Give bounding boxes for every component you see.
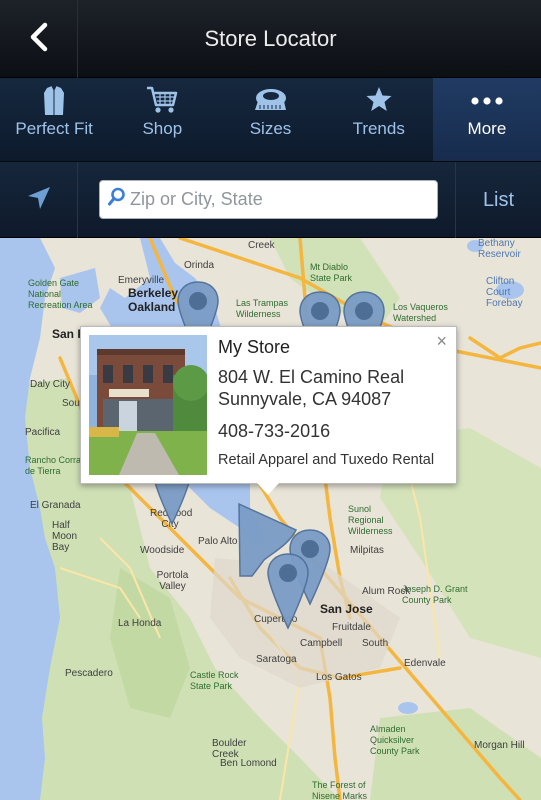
search-field[interactable] — [99, 180, 438, 219]
map-label: Almaden Quicksilver County Park — [370, 724, 420, 756]
tab-label: Perfect Fit — [15, 119, 93, 138]
more-dots-icon — [468, 85, 506, 120]
map-label: Oakland — [128, 300, 176, 314]
map-label: La Honda — [118, 618, 162, 629]
map-label: Milpitas — [350, 545, 384, 556]
map-label: Los Vaqueros Watershed — [393, 302, 448, 323]
tab-bar: Perfect Fit Shop Sizes Trends More — [0, 78, 541, 162]
map-view[interactable]: Berkeley Oakland Emeryville Orinda Creek… — [0, 238, 541, 800]
tab-label: Trends — [352, 119, 405, 138]
map-label: Golden Gate National Recreation Area — [28, 278, 93, 310]
store-phone[interactable]: 408-733-2016 — [218, 421, 330, 442]
location-arrow-icon — [25, 184, 53, 217]
map-label: Los Gatos — [316, 672, 362, 683]
list-button[interactable]: List — [455, 162, 541, 238]
map-label: Clifton Court Forebay — [486, 276, 523, 309]
map-label: The Forest of Nisene Marks — [312, 780, 368, 800]
tab-label: More — [467, 119, 507, 138]
store-info-window[interactable]: My Store 804 W. El Camino Real Sunnyvale… — [80, 326, 457, 495]
store-pin[interactable] — [264, 552, 312, 630]
map-label: Pacifica — [25, 427, 61, 438]
back-button[interactable] — [0, 0, 78, 78]
store-description: Retail Apparel and Tuxedo Rental — [218, 452, 435, 468]
chevron-left-icon — [28, 22, 50, 57]
map-label: Mt Diablo State Park — [310, 262, 353, 283]
map-label: El Granada — [30, 500, 81, 511]
map-label: Orinda — [184, 260, 215, 271]
search-input[interactable] — [130, 182, 437, 217]
star-icon — [365, 85, 393, 118]
page-title: Store Locator — [204, 26, 337, 51]
map-label: Edenvale — [404, 658, 446, 669]
map-label: South — [362, 638, 389, 649]
store-address-line2: Sunnyvale, CA 94087 — [218, 389, 392, 409]
tab-trends[interactable]: Trends — [325, 78, 433, 161]
map-label: Joseph D. Grant County Park — [402, 584, 468, 605]
map-label: Palo Alto — [198, 536, 238, 547]
search-bar: List — [0, 162, 541, 238]
tab-shop[interactable]: Shop — [108, 78, 216, 161]
map-label: Fruitdale — [332, 622, 371, 633]
map-label: Emeryville — [118, 275, 165, 286]
store-photo — [89, 335, 207, 475]
tab-more[interactable]: More — [432, 78, 541, 161]
title-bar: Store Locator — [0, 0, 541, 78]
map-label: Sunol Regional Wilderness — [348, 504, 393, 536]
tape-measure-icon — [252, 85, 290, 120]
search-icon — [108, 187, 126, 212]
map-label: Berkeley — [128, 286, 179, 300]
map-label: Daly City — [30, 379, 71, 390]
map-label: Castle Rock State Park — [190, 670, 239, 691]
map-label: Creek — [248, 240, 275, 251]
close-icon[interactable]: × — [436, 331, 447, 352]
map-label: Morgan Hill — [474, 740, 525, 751]
tab-perfect-fit[interactable]: Perfect Fit — [0, 78, 108, 161]
map-label: Portola Valley — [156, 570, 189, 592]
map-label: Bethany Reservoir — [478, 238, 521, 260]
tab-label: Shop — [142, 119, 183, 138]
store-name[interactable]: My Store — [218, 337, 290, 358]
locate-me-button[interactable] — [0, 162, 78, 238]
tab-sizes[interactable]: Sizes — [216, 78, 324, 161]
tab-label: Sizes — [249, 119, 292, 138]
store-address-line1: 804 W. El Camino Real — [218, 367, 405, 387]
map-label: Campbell — [300, 638, 343, 649]
map-label: Rancho Corral de Tierra — [25, 455, 84, 476]
map-label: Pescadero — [65, 668, 113, 679]
map-label: Boulder Creek — [212, 738, 247, 760]
map-label: Las Trampas Wilderness — [236, 298, 289, 319]
shirt-icon — [41, 85, 67, 122]
map-label: Woodside — [140, 545, 185, 556]
shopping-cart-icon — [145, 85, 179, 120]
map-label: Half Moon Bay — [52, 520, 78, 553]
map-label: Ben Lomond — [220, 758, 277, 769]
map-label: Saratoga — [256, 654, 297, 665]
